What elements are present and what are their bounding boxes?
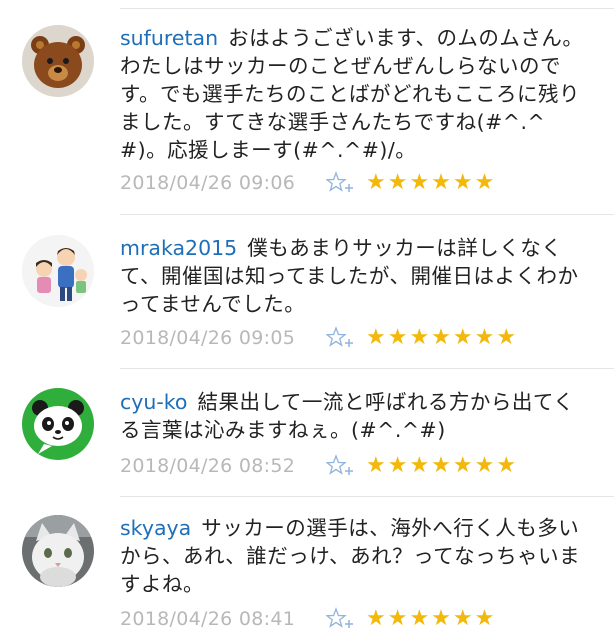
star-rating: ★★★★★★★ <box>366 453 519 478</box>
teddy-bear-avatar[interactable] <box>22 25 94 97</box>
comment-username[interactable]: sufuretan <box>120 26 218 50</box>
comment-username[interactable]: skyaya <box>120 516 191 540</box>
comment-text: sufuretan おはようございます、のムのムさん。わたしはサッカーのことぜんぜ… <box>120 24 590 164</box>
family-illustration-icon <box>22 235 94 307</box>
comment-text: mraka2015 僕もあまりサッカーは詳しくなくて、開催国は知ってましたが、開催… <box>120 234 590 318</box>
comment-meta: 2018/04/26 09:05 ★★★★★★★ <box>120 326 518 350</box>
panda-icon <box>22 388 94 460</box>
star-rating: ★★★★★★ <box>366 170 497 195</box>
add-star-icon[interactable] <box>326 607 354 631</box>
family-illustration-avatar[interactable] <box>22 235 94 307</box>
comment-text: cyu-ko 結果出して一流と呼ばれる方から出てくる言葉は沁みますねぇ。(#^.^… <box>120 388 590 444</box>
comment-timestamp: 2018/04/26 09:05 <box>120 327 296 349</box>
comment-meta: 2018/04/26 08:52 ★★★★★★★ <box>120 454 518 478</box>
cat-photo-icon <box>22 515 94 587</box>
add-star-icon[interactable] <box>326 454 354 478</box>
add-star-icon[interactable] <box>326 171 354 195</box>
add-star-icon[interactable] <box>326 326 354 350</box>
divider <box>120 368 614 369</box>
star-rating: ★★★★★★★ <box>366 325 519 350</box>
panda-avatar[interactable] <box>22 388 94 460</box>
comment-meta: 2018/04/26 08:41 ★★★★★★ <box>120 607 496 631</box>
star-rating: ★★★★★★ <box>366 606 497 631</box>
divider <box>120 214 614 215</box>
comment-timestamp: 2018/04/26 09:06 <box>120 172 296 194</box>
comment-username[interactable]: mraka2015 <box>120 236 237 260</box>
comment-username[interactable]: cyu-ko <box>120 390 187 414</box>
comment-text: skyaya サッカーの選手は、海外へ行く人も多いから、あれ、誰だっけ、あれ？って… <box>120 514 590 598</box>
comment-meta: 2018/04/26 09:06 ★★★★★★ <box>120 171 496 195</box>
divider <box>120 496 614 497</box>
comment-body: 結果出して一流と呼ばれる方から出てくる言葉は沁みますねぇ。(#^.^#) <box>120 390 575 442</box>
comment-list: sufuretan おはようございます、のムのムさん。わたしはサッカーのことぜんぜ… <box>0 0 614 640</box>
comment-timestamp: 2018/04/26 08:41 <box>120 608 296 630</box>
teddy-bear-icon <box>22 25 94 97</box>
comment-timestamp: 2018/04/26 08:52 <box>120 455 296 477</box>
divider <box>120 8 614 9</box>
cat-photo-avatar[interactable] <box>22 515 94 587</box>
